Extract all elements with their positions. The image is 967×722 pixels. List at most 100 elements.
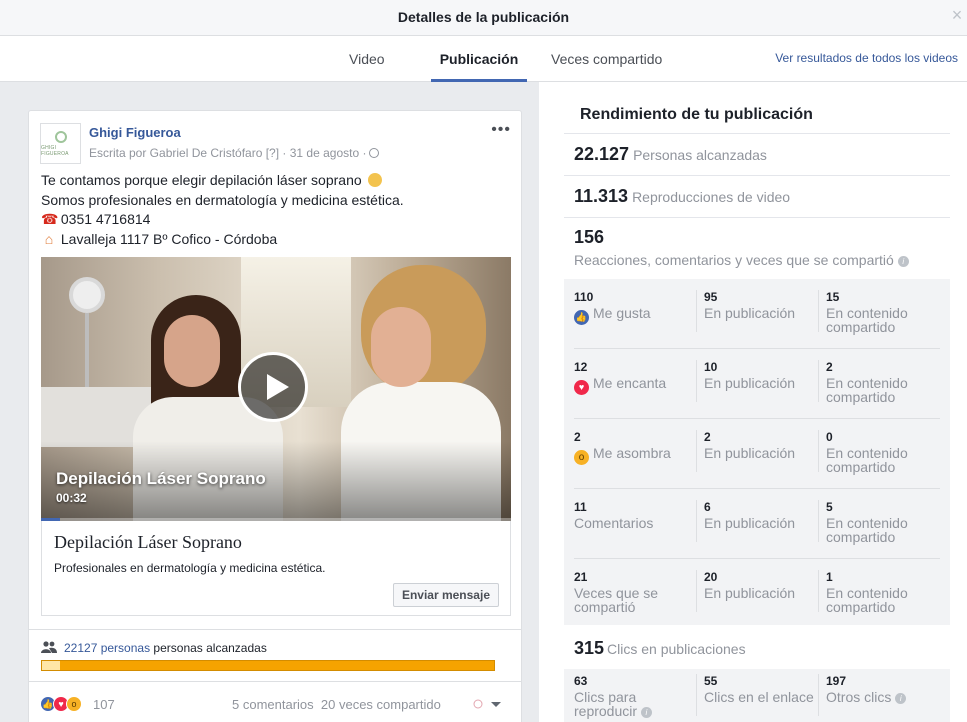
link-title[interactable]: Depilación Láser Soprano — [54, 532, 242, 553]
comments-on-post-label: En publicación — [704, 515, 796, 531]
avatar-text: GHIGI FIGUEROA — [41, 144, 69, 157]
post-line-3: 0351 4716814 — [60, 211, 151, 227]
post-line-1: Te contamos porque elegir depilación lás… — [41, 172, 362, 188]
send-message-button[interactable]: Enviar mensaje — [392, 583, 499, 607]
link-clicks-value: 55 — [704, 674, 718, 688]
video-views-label: Reproducciones de video — [632, 189, 791, 205]
lamp-shape — [69, 277, 105, 313]
reactions-breakdown: 110 👍 Me gusta 95 En publicación 15 En conte… — [564, 279, 950, 625]
people-reached-label: Personas alcanzadas — [633, 147, 767, 163]
video-views-value: 11.313 — [574, 186, 629, 206]
performance-title: Rendimiento de tu publicación — [580, 106, 813, 123]
post-preview-panel: GHIGI FIGUEROA Ghigi Figueroa Escrita po… — [0, 82, 539, 722]
engagement-stat: 156 Reacciones, comentarios y veces que … — [574, 227, 909, 268]
tab-bar: Video Publicación Veces compartido Ver r… — [0, 36, 967, 82]
tab-publicacion[interactable]: Publicación — [431, 36, 527, 82]
info-icon[interactable]: i — [895, 693, 907, 704]
video-views-stat: 11.313 Reproducciones de video — [574, 186, 790, 207]
people-reached-value: 22.127 — [574, 144, 630, 164]
reach-count-link[interactable]: 22127 personas — [64, 641, 150, 655]
dialog-header: Detalles de la publicación × — [0, 0, 967, 36]
post-meta: Escrita por Gabriel De Cristófaro [?] · … — [89, 146, 380, 160]
comments-on-shares: 5 — [826, 500, 833, 514]
wows-on-shares-label: En contenido compartido — [826, 445, 908, 475]
link-description: Profesionales en dermatología y medicina… — [54, 561, 326, 575]
wows-on-shares: 0 — [826, 430, 833, 444]
shares-on-shares-label: En contenido compartido — [826, 585, 908, 615]
link-clicks-label: Clics en el enlace — [704, 689, 814, 705]
all-videos-results-link[interactable]: Ver resultados de todos los videos — [775, 51, 958, 65]
tab-veces-compartido[interactable]: Veces compartido — [551, 36, 662, 82]
shares-count[interactable]: 20 veces compartido — [321, 697, 441, 712]
engagement-value: 156 — [574, 227, 605, 247]
likes-label: Me gusta — [593, 305, 651, 321]
wows-on-post-label: En publicación — [704, 445, 796, 461]
breakdown-row-me-encanta: 12 ♥ Me encanta 10 En publicación 2 En conte… — [564, 349, 950, 419]
info-icon[interactable]: i — [640, 707, 652, 718]
video-title-overlay: Depilación Láser Soprano — [56, 469, 266, 488]
shares-total: 21 — [574, 570, 588, 584]
wows-on-post: 2 — [704, 430, 711, 444]
chevron-down-icon[interactable] — [472, 696, 502, 712]
woman-emoji-icon — [367, 173, 382, 187]
reactions-count[interactable]: 107 — [93, 697, 115, 712]
wows-label: Me asombra — [593, 445, 671, 461]
likes-on-shares: 15 — [826, 290, 840, 304]
wow-icon: o — [66, 696, 82, 712]
post-line-2: Somos profesionales en dermatología y me… — [41, 191, 404, 208]
wows-total: 2 — [574, 430, 581, 444]
other-clicks-label: Otros clics — [826, 689, 892, 705]
play-icon[interactable] — [238, 352, 308, 422]
shares-on-post: 20 — [704, 570, 718, 584]
clicks-breakdown: 63 Clics para reproducir i 55 Clics en el … — [564, 669, 950, 722]
video-player[interactable]: Depilación Láser Soprano 00:32 — [41, 257, 511, 521]
other-clicks-value: 197 — [826, 674, 847, 688]
post-text: Te contamos porque elegir depilación lás… — [41, 171, 511, 249]
engagement-label: Reacciones, comentarios y veces que se c… — [574, 252, 894, 268]
shares-on-shares: 1 — [826, 570, 833, 584]
like-icon: 👍 — [574, 310, 589, 325]
performance-panel: Rendimiento de tu publicación 22.127 Pers… — [539, 82, 967, 722]
comments-on-post: 6 — [704, 500, 711, 514]
post-footer: 👍 ♥ o 107 5 comentarios 20 veces compart… — [29, 681, 521, 722]
wow-icon: o — [574, 450, 589, 465]
shares-label: Veces que se compartió — [574, 585, 659, 615]
likes-on-shares-label: En contenido compartido — [826, 305, 908, 335]
love-icon: ♥ — [574, 380, 589, 395]
loves-total: 12 — [574, 360, 588, 374]
link-preview[interactable]: Depilación Láser Soprano Profesionales e… — [41, 521, 511, 616]
loves-on-shares: 2 — [826, 360, 833, 374]
logo-ring-icon — [54, 130, 67, 143]
loves-on-post-label: En publicación — [704, 375, 796, 391]
info-icon[interactable]: i — [897, 256, 909, 267]
likes-on-post: 95 — [704, 290, 718, 304]
post-line-4: Lavalleja 1117 Bº Cofico - Córdoba — [60, 230, 278, 247]
breakdown-row-comentarios: 11 Comentarios 6 En publicación 5 En conten… — [564, 489, 950, 559]
loves-label: Me encanta — [593, 375, 667, 391]
loves-on-post: 10 — [704, 360, 718, 374]
people-reached-stat: 22.127 Personas alcanzadas — [574, 144, 767, 165]
post-card: GHIGI FIGUEROA Ghigi Figueroa Escrita po… — [28, 110, 522, 722]
house-emoji-icon: ⌂ — [44, 230, 54, 247]
likes-on-post-label: En publicación — [704, 305, 796, 321]
comments-count[interactable]: 5 comentarios — [232, 697, 314, 712]
breakdown-row-me-gusta: 110 👍 Me gusta 95 En publicación 15 En conte… — [564, 279, 950, 349]
reach-bar — [41, 660, 495, 671]
loves-on-shares-label: En contenido compartido — [826, 375, 908, 405]
video-duration: 00:32 — [56, 491, 87, 505]
breakdown-row-compartido: 21 Veces que se compartió 20 En publicació… — [564, 559, 950, 629]
people-icon — [41, 641, 57, 653]
comments-total: 11 — [574, 500, 587, 514]
tab-video[interactable]: Video — [349, 36, 385, 82]
reach-bar-organic — [42, 661, 61, 670]
more-options-icon[interactable]: ••• — [491, 121, 511, 139]
page-name-link[interactable]: Ghigi Figueroa — [89, 125, 181, 140]
globe-icon — [369, 148, 380, 158]
comments-on-shares-label: En contenido compartido — [826, 515, 908, 545]
clicks-label: Clics en publicaciones — [607, 641, 746, 657]
avatar[interactable]: GHIGI FIGUEROA — [40, 123, 81, 164]
play-clicks-label: Clics para reproducir — [574, 689, 638, 719]
reach-summary: 22127 personas personas alcanzadas — [29, 629, 521, 689]
shares-on-post-label: En publicación — [704, 585, 796, 601]
close-icon[interactable]: × — [949, 5, 965, 26]
